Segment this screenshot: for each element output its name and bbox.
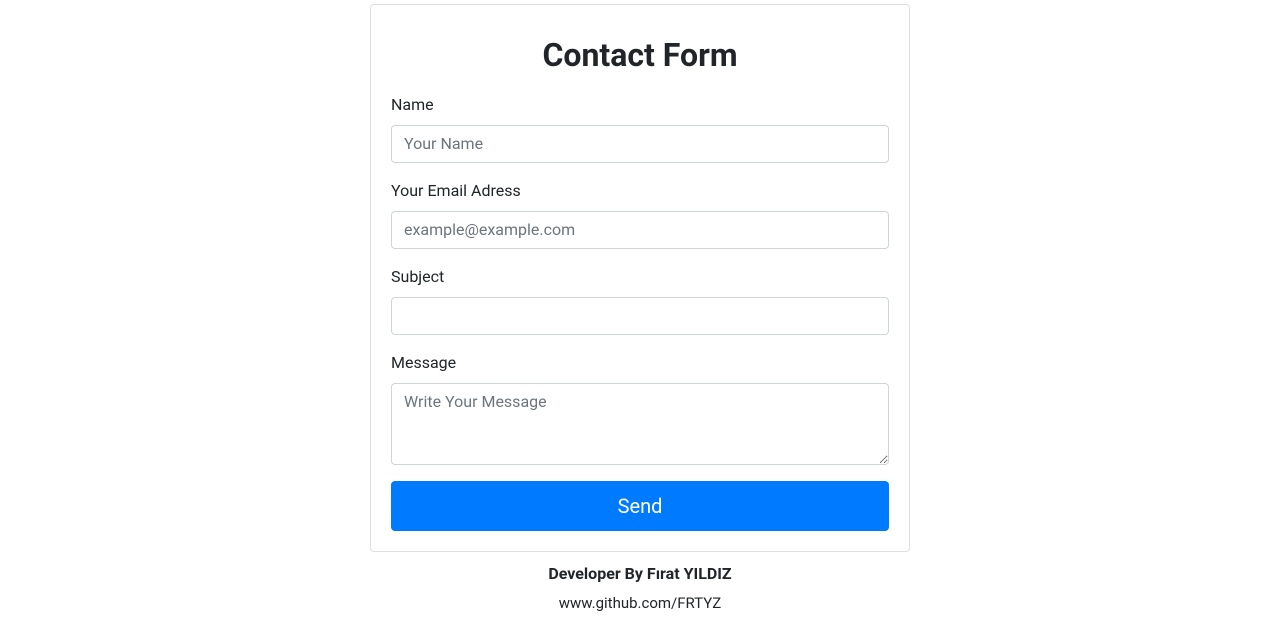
name-label: Name — [391, 93, 434, 117]
page-container: Contact Form Name Your Email Adress Subj… — [370, 4, 910, 615]
developer-credit: Developer By Fırat YILDIZ — [370, 562, 910, 586]
footer: Developer By Fırat YILDIZ www.github.com… — [370, 552, 910, 615]
form-title: Contact Form — [391, 31, 889, 79]
subject-label: Subject — [391, 265, 444, 289]
contact-form-card: Contact Form Name Your Email Adress Subj… — [370, 4, 910, 552]
message-textarea[interactable] — [391, 383, 889, 465]
email-label: Your Email Adress — [391, 179, 521, 203]
email-input[interactable] — [391, 211, 889, 249]
card-body: Contact Form Name Your Email Adress Subj… — [371, 5, 909, 551]
name-input[interactable] — [391, 125, 889, 163]
message-group: Message — [391, 351, 889, 465]
name-group: Name — [391, 93, 889, 163]
send-button[interactable]: Send — [391, 481, 889, 531]
email-group: Your Email Adress — [391, 179, 889, 249]
contact-form: Name Your Email Adress Subject Message S… — [391, 93, 889, 531]
message-label: Message — [391, 351, 456, 375]
subject-group: Subject — [391, 265, 889, 335]
subject-input[interactable] — [391, 297, 889, 335]
github-link[interactable]: www.github.com/FRTYZ — [370, 592, 910, 615]
